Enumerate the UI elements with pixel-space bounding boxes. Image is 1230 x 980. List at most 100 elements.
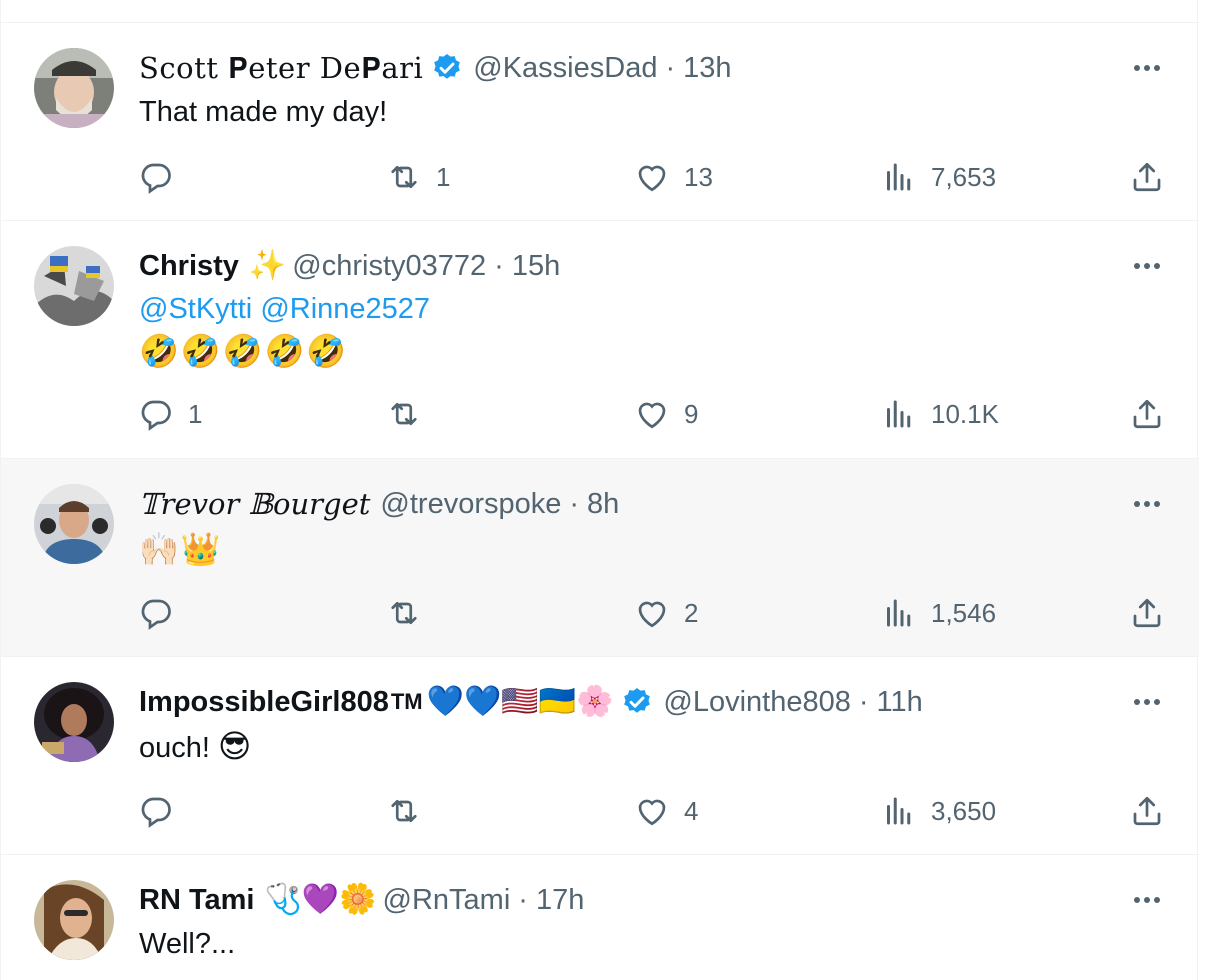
- timestamp[interactable]: 8h: [587, 488, 619, 521]
- avatar[interactable]: [34, 484, 114, 564]
- share-button[interactable]: [1129, 791, 1165, 831]
- retweet-icon: [391, 165, 417, 189]
- tweet-text: That made my day!: [139, 96, 388, 128]
- tweet-actions: 1 13 7,653: [1, 157, 1199, 197]
- user-handle[interactable]: @trevorspoke: [380, 488, 561, 521]
- retweet-button[interactable]: [386, 791, 436, 831]
- like-count: 4: [684, 795, 699, 826]
- avatar[interactable]: [34, 48, 114, 128]
- views-button[interactable]: 7,653: [881, 157, 996, 197]
- tweet-header: ImpossibleGirl808 TM 💙💙🇺🇸🇺🇦🌸 @Lovinthe80…: [139, 682, 923, 722]
- display-name[interactable]: 𝕋revor 𝔹ourget: [139, 487, 370, 521]
- avatar[interactable]: [34, 880, 114, 960]
- tweet-emoji-text: 🙌🏻👑: [139, 531, 223, 567]
- separator: ·: [569, 487, 580, 520]
- reply-button[interactable]: 1: [138, 394, 202, 434]
- tweet-header: Scott 𝐏eter De𝐏ari @KassiesDad · 13h: [139, 48, 732, 88]
- tweet-actions: 1 9 10.1K: [1, 394, 1199, 434]
- separator: ·: [518, 883, 528, 916]
- display-name[interactable]: Scott 𝐏eter De𝐏ari: [139, 51, 423, 86]
- tweet-item[interactable]: Christy ✨ @christy03772 · 15h @StKytti @…: [1, 221, 1199, 459]
- reply-count: 1: [188, 398, 203, 429]
- views-icon: [887, 163, 911, 191]
- tweet-text-row: ouch! 😎: [139, 726, 251, 768]
- reply-icon: [141, 797, 171, 828]
- tweet-mentions: @StKytti @Rinne2527: [139, 289, 430, 329]
- tweet-actions: 2 1,546: [1, 593, 1199, 633]
- name-emojis: 🩺💜🌼: [264, 883, 377, 916]
- mention-link[interactable]: @StKytti: [139, 293, 252, 325]
- user-handle[interactable]: @RnTami: [383, 884, 511, 917]
- reply-button[interactable]: [138, 791, 188, 831]
- display-name[interactable]: RN Tami: [139, 884, 254, 917]
- like-button[interactable]: 4: [634, 791, 698, 831]
- avatar[interactable]: [34, 682, 114, 762]
- tweet-header: RN Tami 🩺💜🌼 @RnTami · 17h: [139, 880, 584, 920]
- more-icon[interactable]: [1129, 684, 1165, 720]
- timestamp[interactable]: 13h: [683, 52, 731, 85]
- verified-badge-icon: [621, 686, 653, 718]
- more-icon[interactable]: [1129, 248, 1165, 284]
- mention-link[interactable]: @Rinne2527: [260, 293, 430, 325]
- display-name[interactable]: Christy: [139, 250, 239, 283]
- more-icon[interactable]: [1129, 486, 1165, 522]
- like-count: 9: [684, 398, 699, 429]
- more-icon[interactable]: [1129, 50, 1165, 86]
- share-icon: [1133, 399, 1161, 429]
- retweet-icon: [391, 601, 417, 625]
- user-handle[interactable]: @christy03772: [292, 250, 486, 283]
- share-button[interactable]: [1129, 157, 1165, 197]
- reply-icon: [141, 599, 171, 630]
- tweet-item[interactable]: RN Tami 🩺💜🌼 @RnTami · 17h Well?...: [1, 855, 1199, 980]
- like-button[interactable]: 2: [634, 593, 698, 633]
- heart-icon: [638, 601, 666, 628]
- tweet-item[interactable]: ImpossibleGirl808 TM 💙💙🇺🇸🇺🇦🌸 @Lovinthe80…: [1, 657, 1199, 855]
- views-icon: [887, 797, 911, 825]
- sunglasses-emoji: 😎: [218, 728, 252, 764]
- reply-icon: [141, 400, 171, 431]
- views-button[interactable]: 10.1K: [881, 394, 999, 434]
- view-count: 10.1K: [931, 398, 999, 429]
- user-handle[interactable]: @KassiesDad: [473, 52, 657, 85]
- like-button[interactable]: 13: [634, 157, 713, 197]
- like-button[interactable]: 9: [634, 394, 698, 434]
- verified-badge-icon: [431, 52, 463, 84]
- tweet-text: Well?...: [139, 928, 236, 960]
- reply-feed: Scott 𝐏eter De𝐏ari @KassiesDad · 13h Tha…: [0, 0, 1199, 980]
- views-button[interactable]: 1,546: [881, 593, 996, 633]
- tweet-item[interactable]: Scott 𝐏eter De𝐏ari @KassiesDad · 13h Tha…: [1, 23, 1199, 221]
- views-button[interactable]: 3,650: [881, 791, 996, 831]
- share-icon: [1133, 598, 1161, 628]
- views-icon: [887, 400, 911, 428]
- separator: ·: [858, 685, 869, 718]
- share-button[interactable]: [1129, 593, 1165, 633]
- separator: ·: [494, 249, 504, 282]
- timestamp[interactable]: 17h: [536, 884, 584, 917]
- tweet-text: ouch!: [139, 732, 210, 764]
- retweet-button[interactable]: [386, 394, 436, 434]
- views-icon: [887, 599, 911, 627]
- reply-button[interactable]: [138, 593, 188, 633]
- retweet-count: 1: [436, 161, 451, 192]
- timestamp[interactable]: 15h: [512, 250, 560, 283]
- tweet-item[interactable]: 𝕋revor 𝔹ourget @trevorspoke · 8h 🙌🏻👑 2 1…: [1, 459, 1199, 657]
- reply-button[interactable]: [138, 157, 188, 197]
- like-count: 13: [684, 161, 713, 192]
- display-name[interactable]: ImpossibleGirl808: [139, 686, 389, 719]
- heart-icon: [638, 165, 666, 192]
- sparkles-icon: ✨: [248, 249, 287, 282]
- timestamp[interactable]: 11h: [877, 686, 923, 719]
- view-count: 7,653: [931, 161, 997, 192]
- more-icon[interactable]: [1129, 882, 1165, 918]
- retweet-button[interactable]: 1: [386, 157, 450, 197]
- share-button[interactable]: [1129, 394, 1165, 434]
- view-count: 1,546: [931, 597, 997, 628]
- retweet-button[interactable]: [386, 593, 436, 633]
- share-icon: [1133, 162, 1161, 192]
- reply-icon: [141, 163, 171, 194]
- avatar[interactable]: [34, 246, 114, 326]
- user-handle[interactable]: @Lovinthe808: [663, 686, 850, 719]
- like-count: 2: [684, 597, 699, 628]
- separator: ·: [665, 51, 676, 84]
- tweet-header: Christy ✨ @christy03772 · 15h: [139, 246, 560, 286]
